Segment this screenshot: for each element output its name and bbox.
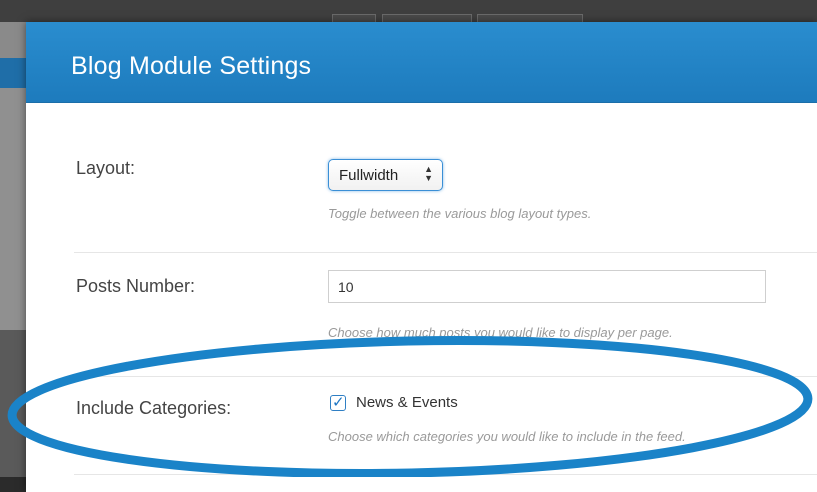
checkmark-icon: ✓ [332, 393, 345, 411]
modal-title: Blog Module Settings [71, 52, 312, 80]
news-events-label[interactable]: News & Events [356, 394, 458, 411]
include-categories-hint: Choose which categories you would like t… [328, 429, 686, 444]
include-categories-label: Include Categories: [76, 398, 232, 418]
posts-number-input[interactable]: 10 [328, 270, 766, 303]
layout-select[interactable]: Fullwidth ▲ ▼ [328, 159, 443, 191]
include-categories-row: Include Categories: ✓ News & Events Choo… [74, 392, 817, 475]
posts-number-label: Posts Number: [76, 276, 196, 296]
posts-number-value: 10 [338, 279, 354, 295]
blog-module-settings-modal: Blog Module Settings Layout: Fullwidth ▲… [26, 22, 817, 492]
modal-header: Blog Module Settings [26, 22, 817, 103]
news-events-checkbox[interactable]: ✓ [330, 393, 346, 411]
background-toolbar [0, 0, 817, 29]
up-down-arrows-icon: ▲ ▼ [424, 164, 433, 183]
posts-number-row: Posts Number: 10 Choose how much posts y… [74, 270, 817, 377]
layout-row: Layout: Fullwidth ▲ ▼ Toggle between the … [74, 148, 817, 253]
posts-number-hint: Choose how much posts you would like to … [328, 325, 673, 340]
layout-select-value: Fullwidth [339, 167, 399, 184]
layout-label: Layout: [76, 158, 136, 178]
layout-hint: Toggle between the various blog layout t… [328, 206, 592, 221]
